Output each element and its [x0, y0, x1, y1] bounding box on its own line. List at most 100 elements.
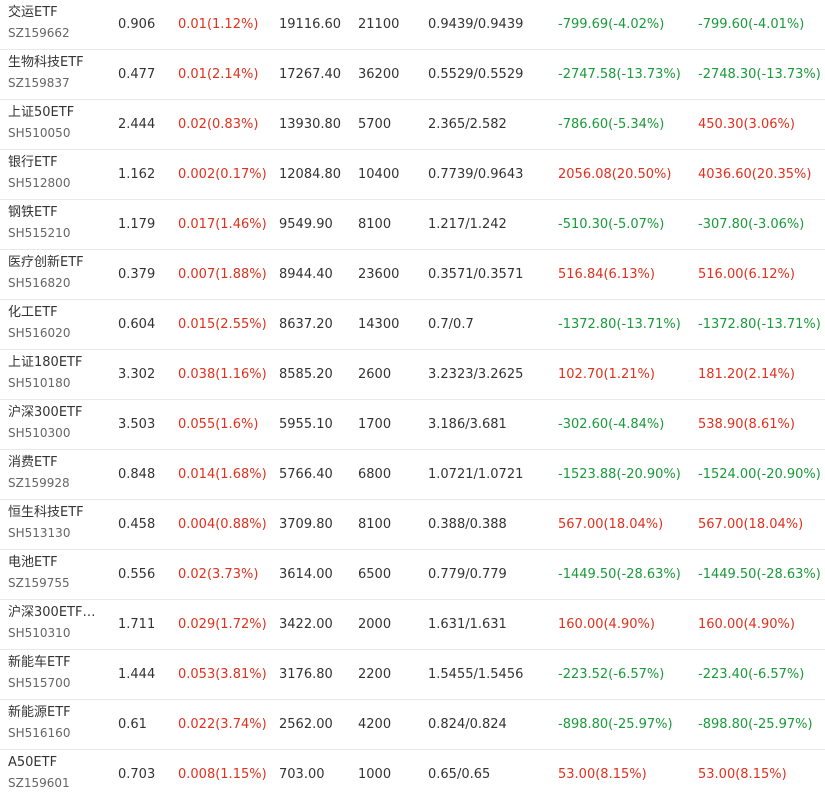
pnl-cell: -223.52(-6.57%) — [558, 667, 665, 682]
table-row[interactable]: 交运ETF SZ159662 0.906 0.01(1.12%) 19116.60 211… — [0, 0, 825, 50]
fund-code: SH510180 — [8, 376, 71, 390]
quantity-cell: 4200 — [358, 717, 392, 732]
cost-cell: 1.0721/1.0721 — [428, 467, 524, 482]
fund-name[interactable]: 新能源ETF — [8, 704, 71, 722]
quantity-cell: 5700 — [358, 117, 392, 132]
holdings-table: 交运ETF SZ159662 0.906 0.01(1.12%) 19116.60 211… — [0, 0, 825, 800]
pnl-cell: -302.60(-4.84%) — [558, 417, 665, 432]
table-row[interactable]: 沪深300ETF… SH510310 1.711 0.029(1.72%) 3422.0… — [0, 600, 825, 650]
fund-name[interactable]: 上证180ETF — [8, 354, 82, 372]
pnl-cell: 53.00(8.15%) — [558, 767, 647, 782]
quantity-cell: 1000 — [358, 767, 392, 782]
fund-name[interactable]: 消费ETF — [8, 454, 70, 472]
table-row[interactable]: 上证50ETF SH510050 2.444 0.02(0.83%) 13930.80 5… — [0, 100, 825, 150]
change-cell: 0.002(0.17%) — [178, 167, 267, 182]
fund-code: SZ159601 — [8, 776, 70, 790]
table-row[interactable]: 新能车ETF SH515700 1.444 0.053(3.81%) 3176.80 22… — [0, 650, 825, 700]
fund-name-cell[interactable]: 消费ETF SZ159928 — [8, 454, 70, 492]
fund-name[interactable]: 恒生科技ETF — [8, 504, 84, 522]
fund-name[interactable]: 生物科技ETF — [8, 54, 84, 72]
fund-name-cell[interactable]: 交运ETF SZ159662 — [8, 4, 70, 42]
table-row[interactable]: 生物科技ETF SZ159837 0.477 0.01(2.14%) 17267.40 3… — [0, 50, 825, 100]
fund-name[interactable]: 钢铁ETF — [8, 204, 70, 222]
fund-code: SH510300 — [8, 426, 71, 440]
fund-name[interactable]: A50ETF — [8, 754, 70, 772]
quantity-cell: 14300 — [358, 317, 400, 332]
table-row[interactable]: 电池ETF SZ159755 0.556 0.02(3.73%) 3614.00 6500… — [0, 550, 825, 600]
table-row[interactable]: 沪深300ETF SH510300 3.503 0.055(1.6%) 5955.10 1… — [0, 400, 825, 450]
total-pnl-cell: -2748.30(-13.73%) — [698, 67, 821, 82]
table-row[interactable]: 医疗创新ETF SH516820 0.379 0.007(1.88%) 8944.40 2… — [0, 250, 825, 300]
cost-cell: 3.2323/3.2625 — [428, 367, 524, 382]
price-cell: 0.477 — [118, 67, 156, 82]
change-cell: 0.038(1.16%) — [178, 367, 267, 382]
fund-code: SH510050 — [8, 126, 71, 140]
table-row[interactable]: 化工ETF SH516020 0.604 0.015(2.55%) 8637.20 143… — [0, 300, 825, 350]
change-cell: 0.004(0.88%) — [178, 517, 267, 532]
table-row[interactable]: 上证180ETF SH510180 3.302 0.038(1.16%) 8585.20… — [0, 350, 825, 400]
table-row[interactable]: 消费ETF SZ159928 0.848 0.014(1.68%) 5766.40 680… — [0, 450, 825, 500]
fund-name-cell[interactable]: 新能车ETF SH515700 — [8, 654, 71, 692]
total-pnl-cell: 53.00(8.15%) — [698, 767, 787, 782]
pnl-cell: -510.30(-5.07%) — [558, 217, 665, 232]
fund-name-cell[interactable]: 医疗创新ETF SH516820 — [8, 254, 84, 292]
fund-name[interactable]: 沪深300ETF — [8, 404, 82, 422]
change-cell: 0.02(3.73%) — [178, 567, 259, 582]
cost-cell: 0.65/0.65 — [428, 767, 491, 782]
total-pnl-cell: 538.90(8.61%) — [698, 417, 795, 432]
table-row[interactable]: 银行ETF SH512800 1.162 0.002(0.17%) 12084.80 10… — [0, 150, 825, 200]
pnl-cell: 567.00(18.04%) — [558, 517, 664, 532]
market-value-cell: 5955.10 — [279, 417, 333, 432]
fund-name-cell[interactable]: 沪深300ETF SH510300 — [8, 404, 82, 442]
fund-name[interactable]: 交运ETF — [8, 4, 70, 22]
fund-name[interactable]: 医疗创新ETF — [8, 254, 84, 272]
pnl-cell: -786.60(-5.34%) — [558, 117, 665, 132]
quantity-cell: 23600 — [358, 267, 400, 282]
fund-name[interactable]: 新能车ETF — [8, 654, 71, 672]
price-cell: 0.848 — [118, 467, 156, 482]
fund-name-cell[interactable]: A50ETF SZ159601 — [8, 754, 70, 792]
price-cell: 0.906 — [118, 17, 156, 32]
fund-name-cell[interactable]: 电池ETF SZ159755 — [8, 554, 70, 592]
price-cell: 3.503 — [118, 417, 156, 432]
cost-cell: 0.5529/0.5529 — [428, 67, 524, 82]
change-cell: 0.053(3.81%) — [178, 667, 267, 682]
fund-name-cell[interactable]: 上证50ETF SH510050 — [8, 104, 74, 142]
price-cell: 0.458 — [118, 517, 156, 532]
cost-cell: 1.217/1.242 — [428, 217, 507, 232]
pnl-cell: 2056.08(20.50%) — [558, 167, 672, 182]
fund-name-cell[interactable]: 生物科技ETF SZ159837 — [8, 54, 84, 92]
fund-code: SH515700 — [8, 676, 71, 690]
change-cell: 0.015(2.55%) — [178, 317, 267, 332]
pnl-cell: 102.70(1.21%) — [558, 367, 655, 382]
fund-code: SZ159837 — [8, 76, 70, 90]
fund-name-cell[interactable]: 化工ETF SH516020 — [8, 304, 70, 342]
fund-name-cell[interactable]: 银行ETF SH512800 — [8, 154, 70, 192]
pnl-cell: 160.00(4.90%) — [558, 617, 655, 632]
fund-name-cell[interactable]: 恒生科技ETF SH513130 — [8, 504, 84, 542]
table-row[interactable]: 钢铁ETF SH515210 1.179 0.017(1.46%) 9549.90 810… — [0, 200, 825, 250]
fund-name-cell[interactable]: 沪深300ETF… SH510310 — [8, 604, 95, 642]
market-value-cell: 17267.40 — [279, 67, 342, 82]
table-row[interactable]: 恒生科技ETF SH513130 0.458 0.004(0.88%) 3709.80 8… — [0, 500, 825, 550]
fund-name[interactable]: 电池ETF — [8, 554, 70, 572]
fund-name-cell[interactable]: 上证180ETF SH510180 — [8, 354, 82, 392]
cost-cell: 0.779/0.779 — [428, 567, 507, 582]
fund-name-cell[interactable]: 钢铁ETF SH515210 — [8, 204, 70, 242]
quantity-cell: 1700 — [358, 417, 392, 432]
fund-name[interactable]: 沪深300ETF… — [8, 604, 95, 622]
cost-cell: 0.7/0.7 — [428, 317, 474, 332]
fund-name[interactable]: 银行ETF — [8, 154, 70, 172]
table-row[interactable]: 新能源ETF SH516160 0.61 0.022(3.74%) 2562.00 420… — [0, 700, 825, 750]
fund-name[interactable]: 上证50ETF — [8, 104, 74, 122]
cost-cell: 0.7739/0.9643 — [428, 167, 524, 182]
price-cell: 1.711 — [118, 617, 156, 632]
quantity-cell: 2000 — [358, 617, 392, 632]
total-pnl-cell: -1372.80(-13.71%) — [698, 317, 821, 332]
table-row[interactable]: A50ETF SZ159601 0.703 0.008(1.15%) 703.00 100… — [0, 750, 825, 800]
fund-name-cell[interactable]: 新能源ETF SH516160 — [8, 704, 71, 742]
price-cell: 1.444 — [118, 667, 156, 682]
market-value-cell: 2562.00 — [279, 717, 333, 732]
market-value-cell: 3709.80 — [279, 517, 333, 532]
fund-name[interactable]: 化工ETF — [8, 304, 70, 322]
